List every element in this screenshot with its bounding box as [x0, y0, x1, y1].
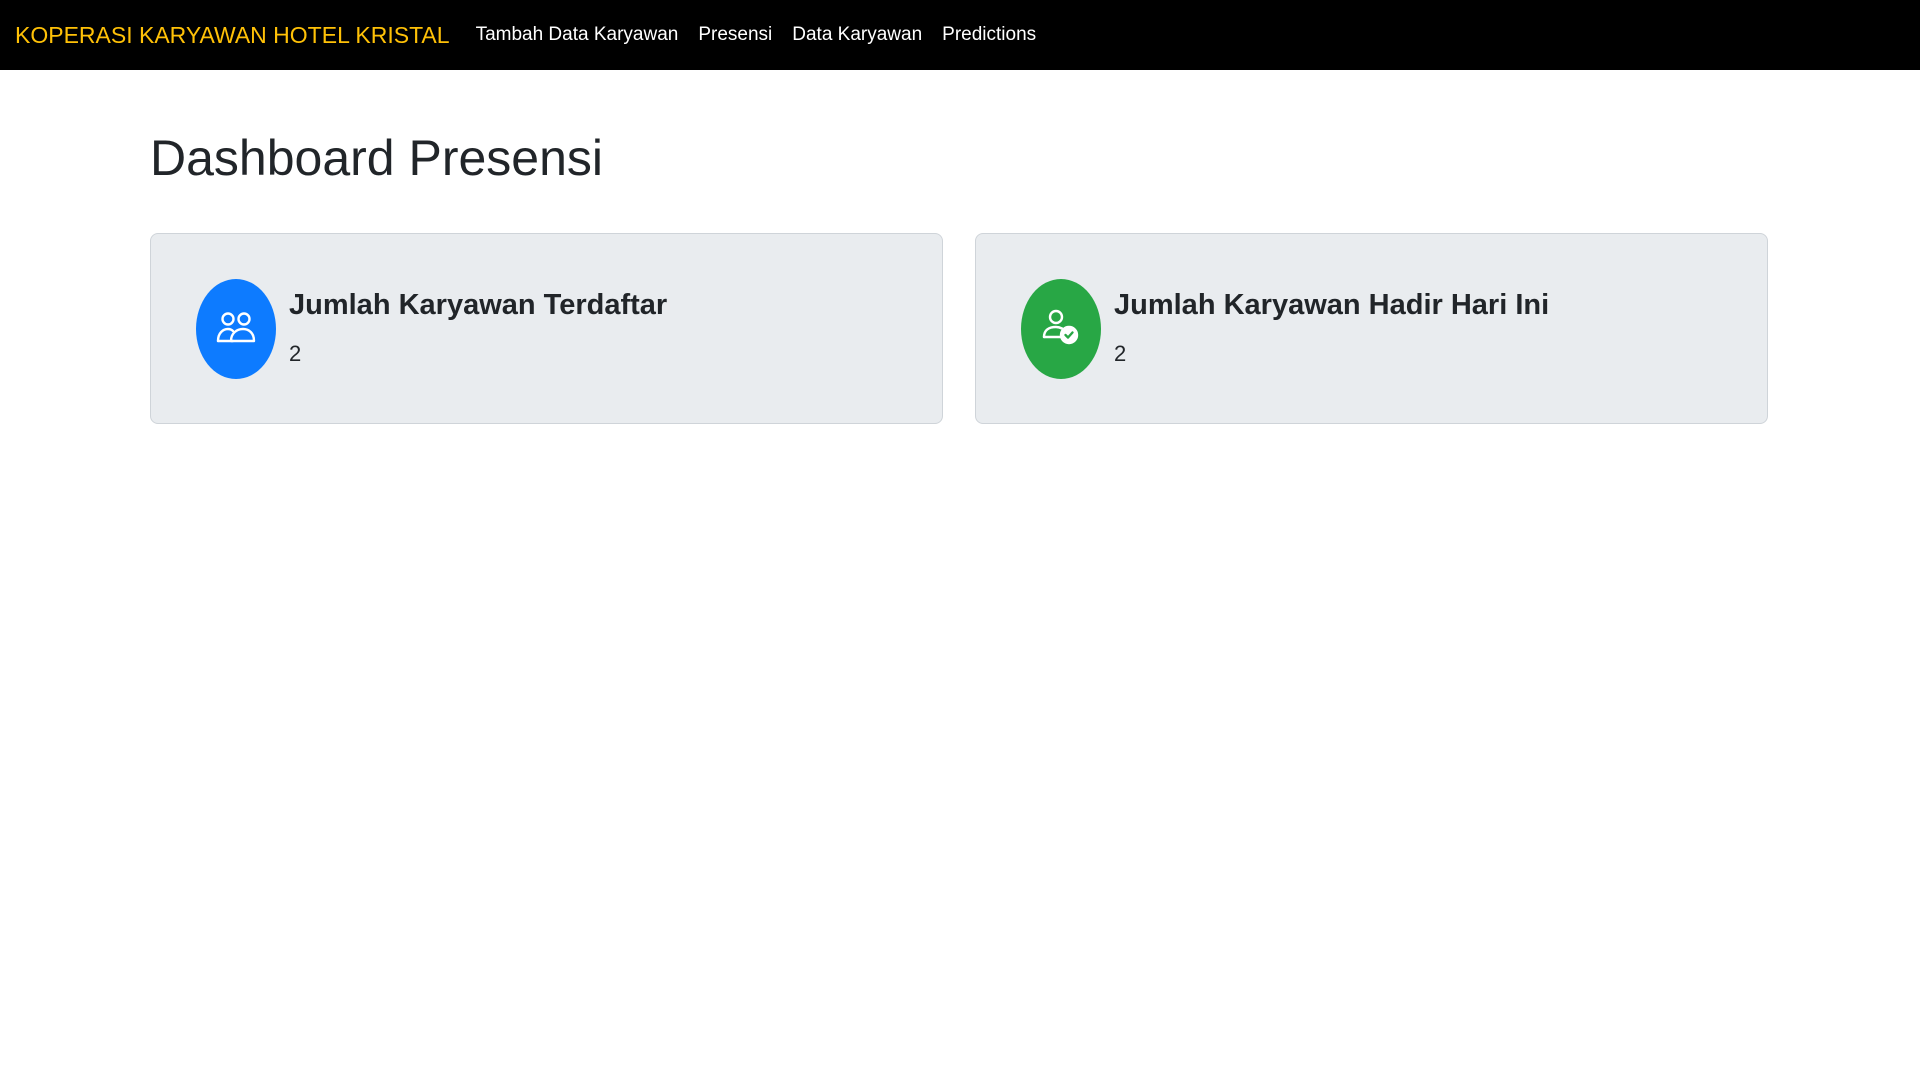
present-icon-circle [1021, 279, 1101, 379]
nav-link-presensi[interactable]: Presensi [688, 24, 782, 46]
card-registered-employees: Jumlah Karyawan Terdaftar 2 [150, 233, 943, 424]
nav-link-data-karyawan[interactable]: Data Karyawan [782, 24, 932, 46]
navbar: KOPERASI KARYAWAN HOTEL KRISTAL Tambah D… [0, 0, 1920, 70]
card-present-today: Jumlah Karyawan Hadir Hari Ini 2 [975, 233, 1768, 424]
person-check-icon [1041, 308, 1081, 351]
page-title: Dashboard Presensi [150, 130, 604, 186]
nav-link-tambah-data-karyawan[interactable]: Tambah Data Karyawan [466, 24, 689, 46]
nav-link-predictions[interactable]: Predictions [932, 24, 1046, 46]
people-icon [216, 310, 256, 349]
nav-links: Tambah Data Karyawan Presensi Data Karya… [466, 24, 1047, 46]
navbar-brand[interactable]: KOPERASI KARYAWAN HOTEL KRISTAL [15, 22, 450, 49]
card-title: Jumlah Karyawan Hadir Hari Ini [1114, 289, 1550, 321]
card-value: 2 [289, 341, 302, 366]
card-title: Jumlah Karyawan Terdaftar [289, 289, 668, 321]
registered-icon-circle [196, 279, 276, 379]
card-value: 2 [1114, 341, 1127, 366]
